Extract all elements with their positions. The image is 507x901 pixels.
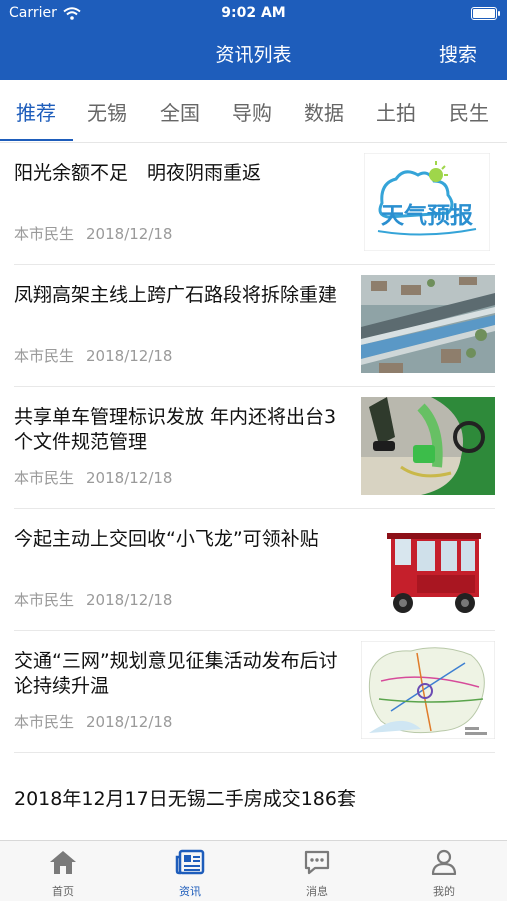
tabbar-news[interactable]: 资讯 [127, 841, 253, 901]
tab-recommend[interactable]: 推荐 [16, 97, 56, 126]
article-source: 本市民生 [14, 713, 75, 731]
list-item[interactable]: 今起主动上交回收“小飞龙”可领补贴 本市民生 2018/12/18 [14, 509, 495, 631]
category-tabs: 推荐 无锡 全国 导购 数据 土拍 民生 [0, 80, 507, 143]
article-meta: 本市民生 2018/12/18 [14, 345, 172, 366]
article-source: 本市民生 [14, 469, 75, 487]
article-title: 2018年12月17日无锡二手房成交186套 [14, 788, 356, 810]
elevated-road-thumbnail [361, 275, 495, 373]
list-item[interactable]: 交通“三网”规划意见征集活动发布后讨论持续升温 本市民生 2018/12/18 [14, 631, 495, 753]
tab-national[interactable]: 全国 [160, 97, 200, 126]
thumbnail-text: 天气预报 [381, 202, 473, 229]
list-item[interactable]: 阳光余额不足 明夜阴雨重返 本市民生 2018/12/18 天气预报 [14, 143, 495, 265]
tab-livelihood[interactable]: 民生 [449, 97, 489, 126]
tabbar-messages-label: 消息 [306, 885, 328, 898]
transport-map-thumbnail [361, 641, 495, 739]
tabbar-home-label: 首页 [52, 885, 74, 898]
search-button[interactable]: 搜索 [439, 40, 477, 67]
list-item[interactable]: 共享单车管理标识发放 年内还将出台3个文件规范管理 本市民生 2018/12/18 [14, 387, 495, 509]
weather-forecast-thumbnail: 天气预报 [364, 153, 490, 251]
status-time: 9:02 AM [221, 5, 286, 21]
article-title: 凤翔高架主线上跨广石路段将拆除重建 [14, 284, 338, 306]
tabbar-profile[interactable]: 我的 [381, 841, 507, 901]
home-icon [50, 851, 76, 874]
article-title: 今起主动上交回收“小飞龙”可领补贴 [14, 528, 319, 550]
tabbar-home[interactable]: 首页 [0, 841, 126, 901]
profile-icon [431, 849, 457, 875]
article-date: 2018/12/18 [86, 469, 173, 487]
article-title: 阳光余额不足 明夜阴雨重返 [14, 162, 262, 184]
list-item[interactable]: 凤翔高架主线上跨广石路段将拆除重建 本市民生 2018/12/18 [14, 265, 495, 387]
article-source: 本市民生 [14, 347, 75, 365]
article-title: 共享单车管理标识发放 年内还将出台3个文件规范管理 [14, 406, 337, 453]
article-meta: 本市民生 2018/12/18 [14, 223, 172, 244]
top-header: Carrier 9:02 AM 资讯列表 搜索 [0, 0, 507, 80]
tabbar-profile-label: 我的 [433, 885, 455, 898]
tab-data[interactable]: 数据 [304, 97, 344, 126]
message-icon [304, 850, 330, 875]
article-date: 2018/12/18 [86, 347, 173, 365]
article-meta: 本市民生 2018/12/18 [14, 589, 172, 610]
article-source: 本市民生 [14, 591, 75, 609]
article-date: 2018/12/18 [86, 591, 173, 609]
tab-shopping-guide[interactable]: 导购 [232, 97, 272, 126]
bottom-tab-bar: 首页 资讯 消息 我的 [0, 840, 507, 901]
list-item-last[interactable]: 2018年12月17日无锡二手房成交186套 [14, 784, 356, 811]
tricycle-thumbnail [361, 519, 495, 617]
page-title: 资讯列表 [215, 44, 292, 66]
tabbar-messages[interactable]: 消息 [254, 841, 380, 901]
active-tab-indicator [0, 139, 73, 141]
nav-bar: 资讯列表 搜索 [0, 30, 507, 76]
battery-icon [471, 7, 500, 20]
article-title: 交通“三网”规划意见征集活动发布后讨论持续升温 [14, 650, 338, 697]
article-source: 本市民生 [14, 225, 75, 243]
article-date: 2018/12/18 [86, 225, 173, 243]
status-bar: Carrier 9:02 AM [0, 0, 507, 28]
article-meta: 本市民生 2018/12/18 [14, 467, 172, 488]
news-icon [175, 849, 205, 875]
article-date: 2018/12/18 [86, 713, 173, 731]
tab-land-auction[interactable]: 土拍 [376, 97, 416, 126]
tabbar-news-label: 资讯 [179, 885, 201, 898]
shared-bike-thumbnail [361, 397, 495, 495]
article-meta: 本市民生 2018/12/18 [14, 711, 172, 732]
tab-wuxi[interactable]: 无锡 [87, 97, 127, 126]
